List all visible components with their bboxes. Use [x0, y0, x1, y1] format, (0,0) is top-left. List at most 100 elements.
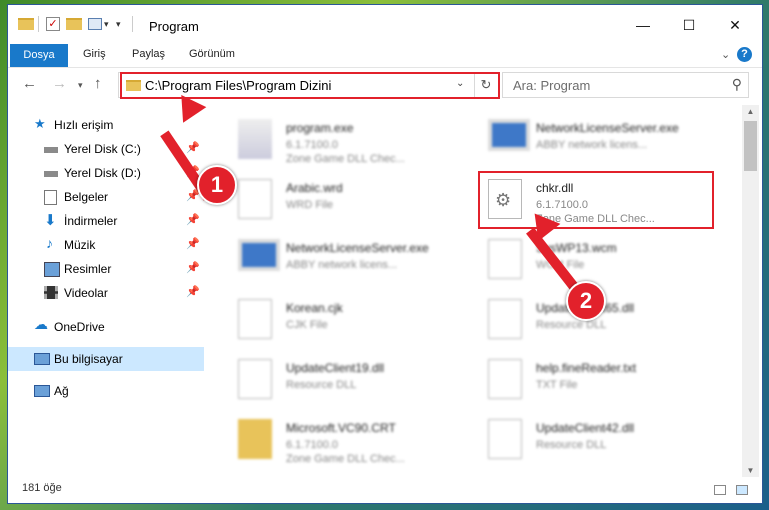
- address-highlight-box: [120, 72, 500, 99]
- tab-home[interactable]: Giriş: [83, 48, 106, 60]
- file-name: Korean.cjk: [286, 301, 343, 315]
- pin-icon[interactable]: 📌: [186, 141, 200, 154]
- details-view-icon[interactable]: [714, 485, 726, 495]
- title-bar: ✓ ▾ ▾ Program — ☐ ✕: [8, 5, 762, 43]
- file-item[interactable]: program.exe 6.1.7100.0 Zone Game DLL Che…: [218, 109, 448, 167]
- customize-icon[interactable]: [88, 15, 102, 33]
- search-input[interactable]: Ara: Program: [513, 78, 590, 93]
- document-icon: [488, 239, 522, 279]
- sidebar-item-label: Videolar: [64, 286, 108, 300]
- qa-dropdown-icon[interactable]: ▾: [104, 15, 109, 33]
- document-icon: [238, 179, 272, 219]
- document-icon: [488, 359, 522, 399]
- ribbon-tabs: Dosya Giriş Paylaş Görünüm ⌄ ?: [8, 43, 762, 68]
- explorer-window: ✓ ▾ ▾ Program — ☐ ✕ Dosya Giriş Paylaş G…: [7, 4, 763, 504]
- file-list: program.exe 6.1.7100.0 Zone Game DLL Che…: [218, 105, 743, 465]
- file-name: Arabic.wrd: [286, 181, 343, 195]
- file-name: Microsoft.VC90.CRT: [286, 421, 396, 435]
- file-item[interactable]: NetworkLicenseServer.exe ABBY network li…: [468, 109, 698, 167]
- close-button[interactable]: ✕: [712, 13, 758, 37]
- sidebar-item-network[interactable]: Ağ: [8, 379, 204, 403]
- separator: [132, 15, 133, 33]
- up-arrow-icon[interactable]: ↑: [94, 75, 102, 92]
- sidebar-item-downloads[interactable]: ⬇ İndirmeler 📌: [8, 209, 204, 233]
- sidebar-item-onedrive[interactable]: ☁ OneDrive: [8, 315, 204, 339]
- file-item[interactable]: Arabic.wrd WRD File: [218, 169, 448, 227]
- pin-icon[interactable]: 📌: [186, 237, 200, 250]
- tab-file[interactable]: Dosya: [10, 44, 68, 67]
- item-count: 181 öğe: [22, 482, 62, 494]
- vertical-scrollbar[interactable]: ▲ ▼: [742, 105, 759, 477]
- window-title: Program: [149, 19, 199, 34]
- sidebar-item-disk-d[interactable]: Yerel Disk (D:) 📌: [8, 161, 204, 185]
- tiles-view-icon[interactable]: [736, 485, 748, 495]
- ribbon-expand-icon[interactable]: ⌄: [721, 48, 730, 61]
- file-type: Resource DLL: [536, 439, 607, 451]
- file-item[interactable]: help.fineReader.txt TXT File: [468, 349, 698, 407]
- quick-access-folder-icon[interactable]: [18, 15, 34, 33]
- download-arrow-icon: ⬇: [44, 212, 57, 229]
- file-item[interactable]: Korean.cjk CJK File: [218, 289, 448, 347]
- file-version: 6.1.7100.0: [286, 139, 338, 151]
- pin-icon[interactable]: 📌: [186, 285, 200, 298]
- tab-share[interactable]: Paylaş: [132, 48, 165, 60]
- new-folder-icon[interactable]: [66, 15, 82, 33]
- recent-dropdown-icon[interactable]: ▾: [78, 80, 83, 91]
- sidebar-item-label: Bu bilgisayar: [54, 352, 123, 366]
- file-item[interactable]: UpdateClient19.dll Resource DLL: [218, 349, 448, 407]
- sidebar-item-videos[interactable]: Videolar 📌: [8, 281, 204, 305]
- back-arrow-icon[interactable]: ←: [22, 75, 37, 92]
- help-icon[interactable]: ?: [737, 47, 752, 62]
- pin-icon[interactable]: 📌: [186, 213, 200, 226]
- scroll-down-icon[interactable]: ▼: [742, 466, 759, 475]
- tab-view[interactable]: Görünüm: [189, 48, 235, 60]
- sidebar-item-this-pc[interactable]: Bu bilgisayar: [8, 347, 204, 371]
- document-icon: [44, 190, 57, 205]
- chkr-dll-highlight-box: [478, 171, 714, 229]
- search-box[interactable]: Ara: Program ⚲: [502, 72, 749, 98]
- file-description: ABBY network licens...: [286, 259, 398, 271]
- file-name: UpdateClient42.dll: [536, 421, 635, 435]
- picture-icon: [44, 262, 60, 277]
- sidebar-item-pictures[interactable]: Resimler 📌: [8, 257, 204, 281]
- scroll-thumb[interactable]: [744, 121, 757, 171]
- sidebar-item-music[interactable]: ♪ Müzik 📌: [8, 233, 204, 257]
- file-item[interactable]: UpdateClient42.dll Resource DLL: [468, 409, 698, 467]
- file-type: TXT File: [536, 379, 578, 391]
- file-type: WRD File: [286, 199, 334, 211]
- exe-icon: [238, 239, 280, 271]
- dll-gear-icon: [488, 299, 522, 339]
- file-type: CJK File: [286, 319, 328, 331]
- sidebar-item-documents[interactable]: Belgeler 📌: [8, 185, 204, 209]
- file-name: help.fineReader.txt: [536, 361, 637, 375]
- file-item[interactable]: SysWP13.wcm WCM File: [468, 229, 698, 287]
- music-note-icon: ♪: [46, 235, 53, 251]
- sidebar-item-quick-access[interactable]: ★ Hızlı erişim: [8, 113, 204, 137]
- sidebar-item-label: OneDrive: [54, 320, 105, 334]
- scroll-up-icon[interactable]: ▲: [742, 107, 759, 116]
- document-icon: [238, 299, 272, 339]
- properties-check-icon[interactable]: ✓: [46, 15, 60, 33]
- search-icon[interactable]: ⚲: [732, 76, 742, 93]
- chevron-down-icon[interactable]: ▾: [116, 15, 121, 33]
- minimize-button[interactable]: —: [620, 13, 666, 37]
- pin-icon[interactable]: 📌: [186, 261, 200, 274]
- sidebar-item-label: Ağ: [54, 384, 69, 398]
- file-name: NetworkLicenseServer.exe: [286, 241, 429, 255]
- star-icon: ★: [34, 116, 46, 131]
- file-type: Resource DLL: [286, 379, 357, 391]
- forward-arrow-icon[interactable]: →: [52, 75, 67, 92]
- file-item[interactable]: NetworkLicenseServer.exe ABBY network li…: [218, 229, 448, 287]
- cloud-icon: ☁: [34, 316, 48, 332]
- file-item[interactable]: Microsoft.VC90.CRT 6.1.7100.0 Zone Game …: [218, 409, 448, 467]
- sidebar-item-label: Belgeler: [64, 190, 109, 204]
- file-name: UpdateClient19.dll: [286, 361, 385, 375]
- sidebar-item-label: Müzik: [64, 238, 96, 252]
- step-badge-1: 1: [197, 165, 237, 205]
- sidebar-item-label: Yerel Disk (C:): [64, 142, 141, 156]
- exe-icon: [238, 119, 272, 159]
- maximize-button[interactable]: ☐: [666, 13, 712, 37]
- dll-gear-icon: [238, 359, 272, 399]
- file-name: NetworkLicenseServer.exe: [536, 121, 679, 135]
- network-icon: [34, 385, 50, 397]
